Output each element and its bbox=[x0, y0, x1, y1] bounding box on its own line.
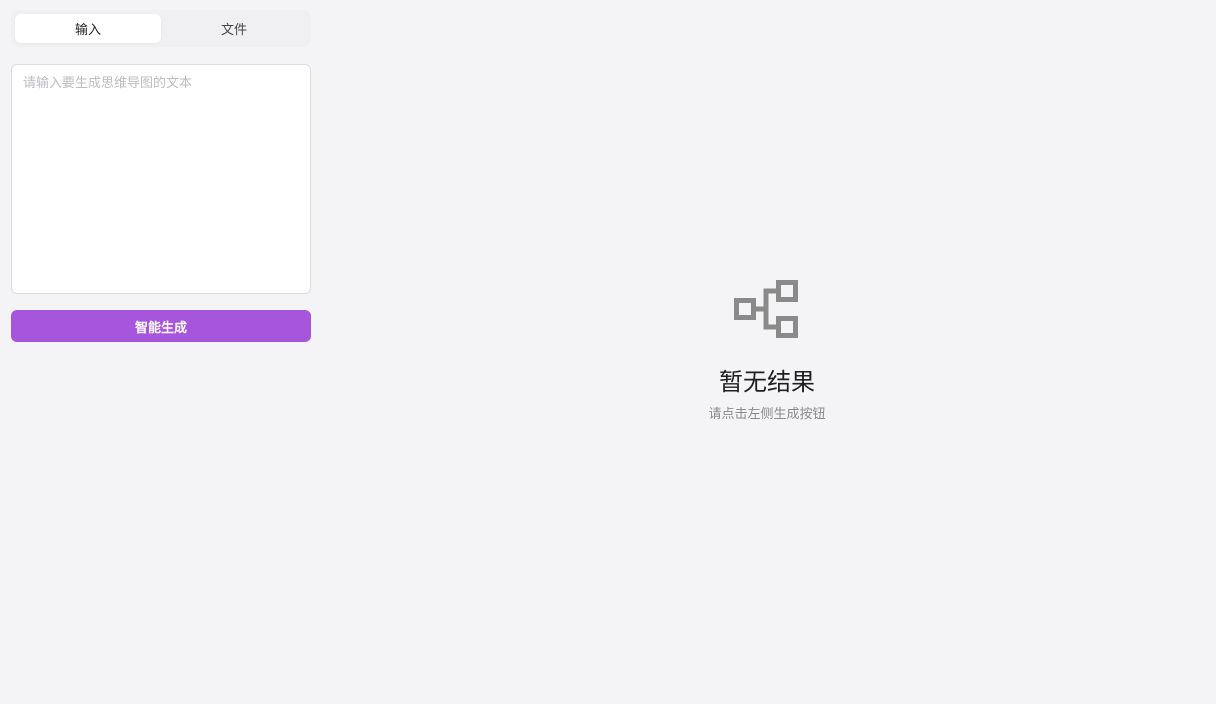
empty-state: 暂无结果 请点击左侧生成按钮 bbox=[667, 278, 867, 424]
left-panel: 输入 文件 智能生成 bbox=[11, 10, 311, 342]
empty-title: 暂无结果 bbox=[719, 368, 815, 396]
tab-input[interactable]: 输入 bbox=[15, 14, 161, 43]
app: 输入 文件 智能生成 暂无结果 请点击左侧生成按钮 bbox=[0, 0, 1216, 704]
text-input[interactable] bbox=[11, 64, 311, 294]
generate-button[interactable]: 智能生成 bbox=[11, 310, 311, 342]
empty-subtitle: 请点击左侧生成按钮 bbox=[708, 407, 826, 422]
mindmap-icon bbox=[734, 280, 798, 338]
tab-file[interactable]: 文件 bbox=[161, 14, 307, 43]
tab-bar: 输入 文件 bbox=[11, 10, 311, 47]
